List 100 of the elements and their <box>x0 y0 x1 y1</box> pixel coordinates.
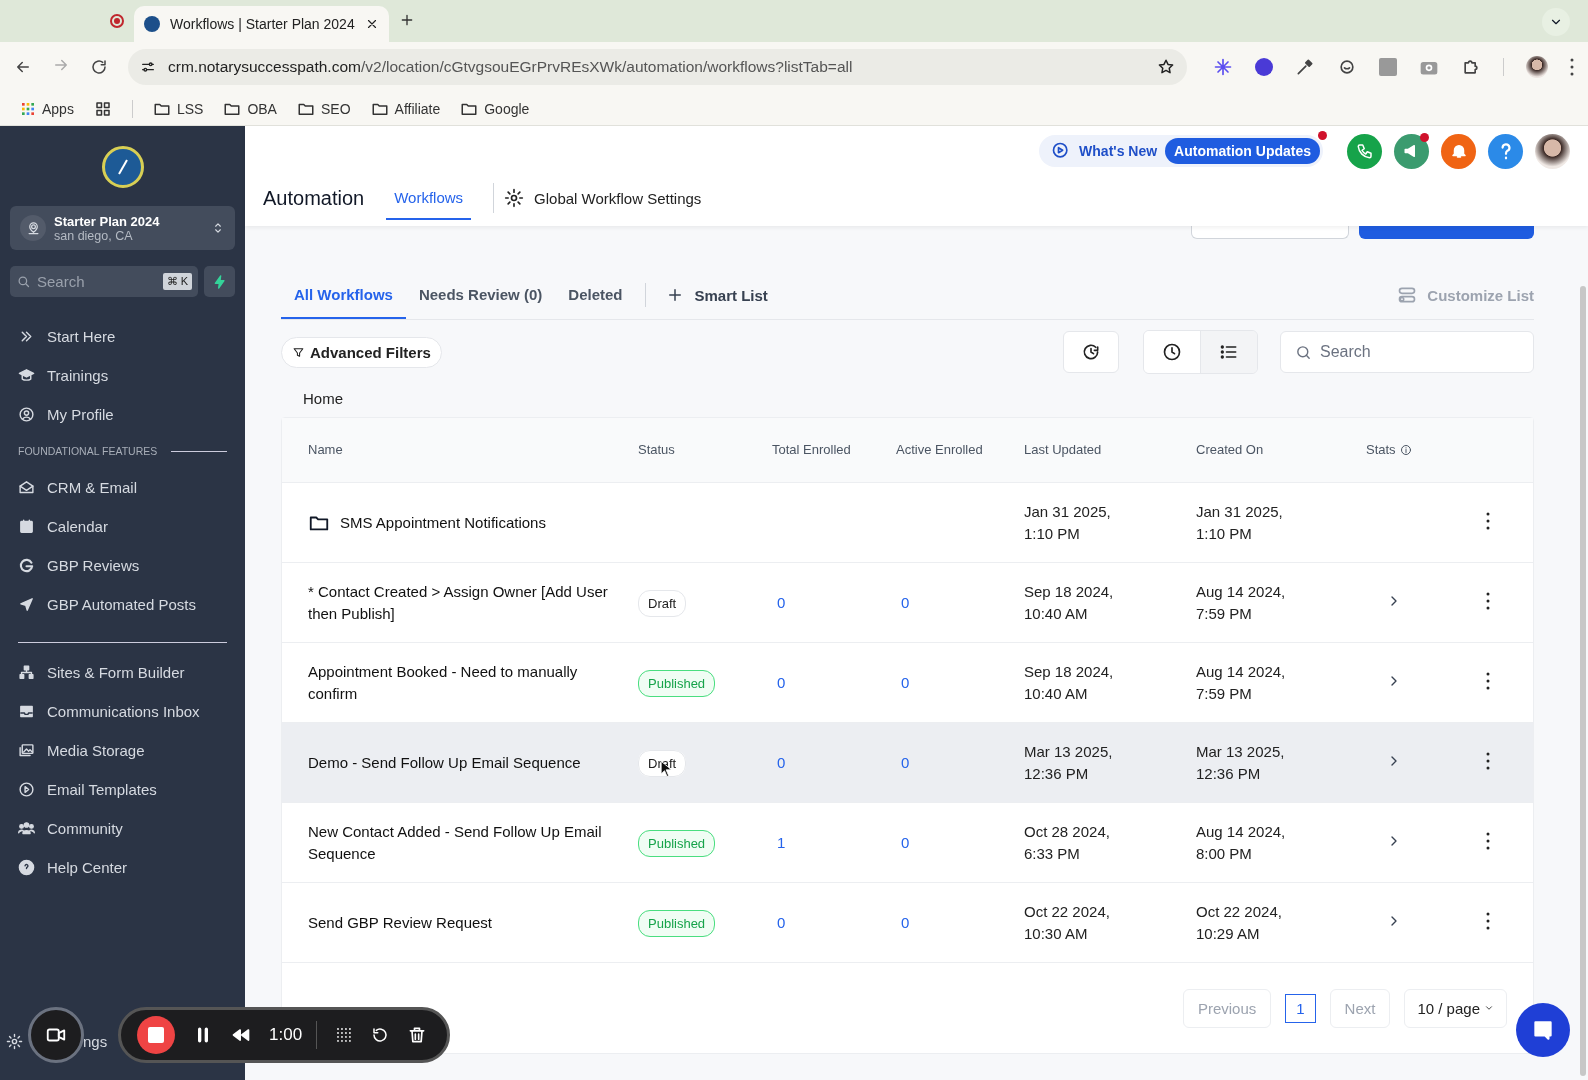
logo-icon <box>101 146 144 188</box>
calendar-icon <box>18 518 35 535</box>
camera-toggle-button[interactable] <box>28 1007 84 1063</box>
page-size-select[interactable]: 10 / page <box>1404 988 1507 1028</box>
account-name: Starter Plan 2024 <box>54 213 161 229</box>
smart-list-button[interactable]: Smart List <box>694 286 768 304</box>
bookmark-folder[interactable]: SEO <box>296 99 351 118</box>
table-cell-text: 0 <box>776 673 786 691</box>
help-button[interactable] <box>1488 133 1523 169</box>
user-circle-icon <box>18 406 35 423</box>
workflow-name[interactable]: Appointment Booked - Need to manually confirm <box>308 660 638 705</box>
table-cell-text: 0 <box>776 913 786 931</box>
send-arrow-icon <box>18 596 35 613</box>
history-button[interactable] <box>1063 331 1119 373</box>
table-cell-text: 0 <box>900 833 910 851</box>
kebab-menu-icon <box>1486 591 1490 610</box>
workflow-name[interactable]: New Contact Added - Send Follow Up Email Sequence <box>308 820 638 865</box>
apps-grid-icon <box>20 100 36 117</box>
scrollbar[interactable] <box>1580 286 1586 1076</box>
reload-icon <box>90 58 108 76</box>
sidebar-item[interactable]: Start Here <box>18 317 227 356</box>
people-icon <box>18 820 35 837</box>
user-avatar[interactable] <box>1535 133 1570 169</box>
clock-refresh-icon <box>1081 342 1101 362</box>
nav-tab[interactable]: Workflows <box>386 176 472 220</box>
bookmark-folder[interactable]: Affiliate <box>370 99 441 118</box>
star-icon <box>1157 58 1175 76</box>
extension-icon[interactable] <box>1255 58 1273 76</box>
section-label: FOUNDATIONAL FEATURES <box>18 445 158 457</box>
workflow-name[interactable]: * Contact Created > Assign Owner [Add User then Publish] <box>308 580 638 625</box>
view-toggle[interactable] <box>1200 331 1257 373</box>
table-row[interactable]: SMS Appointment Notifications Jan 31 2025, 1:10 PM Jan 31 2025, 1:10 PM <box>282 483 1533 563</box>
browser-tab[interactable]: Workflows | Starter Plan 2024 <box>134 6 389 42</box>
column-header: Status <box>638 441 675 459</box>
sidebar-item[interactable]: Trainings <box>18 356 227 395</box>
tab-groups-icon <box>93 99 112 118</box>
table-row[interactable]: New Contact Added - Send Follow Up Email Sequence Published 1 0 Oct 28 2024, 6:33 PM Aug 14 2024, 8:00 PM <box>282 803 1533 883</box>
kebab-menu-icon <box>1486 671 1490 690</box>
page-number[interactable]: 1 <box>1285 993 1316 1023</box>
workflow-name[interactable]: Demo - Send Follow Up Email Sequence <box>308 751 638 774</box>
settings-link[interactable]: Global Workflow Settings <box>534 189 702 207</box>
sidebar-item[interactable]: Email Templates <box>18 770 227 809</box>
sidebar-item[interactable]: GBP Automated Posts <box>18 585 227 624</box>
phone-button[interactable] <box>1347 133 1382 169</box>
column-header: Total Enrolled <box>772 441 851 459</box>
sidebar-item[interactable]: Media Storage <box>18 731 227 770</box>
address-bar[interactable]: crm.notarysuccesspath.com/v2/location/cGtvgsouEGrPrvREsXWk/automation/workflows?listTab=all <box>128 49 1187 85</box>
list-tab[interactable]: All Workflows <box>281 271 406 319</box>
sidebar-item[interactable]: My Profile <box>18 395 227 434</box>
table-row[interactable]: Send GBP Review Request Published 0 0 Oct 22 2024, 10:30 AM Oct 22 2024, 10:29 AM <box>282 883 1533 963</box>
view-toggle[interactable] <box>1144 331 1200 373</box>
gear-icon <box>504 188 525 208</box>
kebab-menu-icon <box>1486 831 1490 850</box>
table-cell-text: Oct 22 2024, 10:29 AM <box>1196 901 1283 944</box>
location-pin-icon <box>25 220 41 236</box>
funnel-icon <box>292 345 305 359</box>
profile-avatar[interactable] <box>1526 56 1548 78</box>
table-row[interactable]: * Contact Created > Assign Owner [Add User then Publish] Draft 0 0 Sep 18 2024, 10:40 AM Aug 14 2024, 7:59 PM <box>282 563 1533 643</box>
table-cell-text: 0 <box>900 593 910 611</box>
help-circle-icon <box>18 859 35 876</box>
sidebar-item[interactable]: Help Center <box>18 848 227 887</box>
table-cell-text: Sep 18 2024, 10:40 AM <box>1024 581 1115 624</box>
sidebar-item[interactable]: Communications Inbox <box>18 692 227 731</box>
notifications-button[interactable] <box>1441 133 1476 169</box>
bookmark[interactable]: Apps <box>20 100 74 117</box>
account-switcher[interactable]: Starter Plan 2024 san diego, CA <box>10 206 235 250</box>
quick-action-button[interactable] <box>204 266 235 297</box>
chat-button[interactable] <box>1516 1003 1570 1057</box>
sidebar-item[interactable]: ngs <box>83 1032 108 1050</box>
bookmark-folder[interactable]: OBA <box>223 99 277 118</box>
table-cell-text: Oct 28 2024, 6:33 PM <box>1024 821 1111 864</box>
list-tab[interactable]: Deleted <box>555 271 636 319</box>
table-cell-text: 0 <box>900 913 910 931</box>
g-letter-icon <box>18 557 35 574</box>
list-tab[interactable]: Needs Review (0) <box>405 271 556 319</box>
sidebar-item[interactable]: GBP Reviews <box>18 546 227 585</box>
sidebar-item[interactable]: Community <box>18 809 227 848</box>
sitemap-icon <box>18 664 35 681</box>
gear-icon <box>6 1032 23 1050</box>
bell-icon <box>1449 142 1468 160</box>
search-field[interactable]: Search ⌘ K <box>10 266 198 297</box>
folder-name[interactable]: SMS Appointment Notifications <box>340 511 556 534</box>
sidebar-item[interactable]: Calendar <box>18 507 227 546</box>
breadcrumb[interactable]: Home <box>303 390 1534 407</box>
updates-badge[interactable]: Automation Updates <box>1165 138 1320 164</box>
workflow-name[interactable]: Send GBP Review Request <box>308 911 638 934</box>
bookmark-folder[interactable]: LSS <box>152 99 204 118</box>
table-cell-text: Aug 14 2024, 7:59 PM <box>1196 661 1287 704</box>
notification-dot <box>1318 131 1327 140</box>
table-cell-text: 0 <box>900 753 910 771</box>
table-cell-text: Aug 14 2024, 7:59 PM <box>1196 581 1287 624</box>
recording-time: 1:00 <box>269 1021 318 1049</box>
search-field[interactable]: Search <box>1280 331 1534 373</box>
table-cell-text: 1 <box>776 833 786 851</box>
advanced-filters-button[interactable]: Advanced Filters <box>281 336 442 368</box>
sidebar-item[interactable]: Sites & Form Builder <box>18 653 227 692</box>
sidebar-item[interactable]: CRM & Email <box>18 468 227 507</box>
bookmark-folder[interactable]: Google <box>460 99 530 118</box>
stop-button[interactable] <box>137 1016 175 1054</box>
announcements-button[interactable] <box>1394 133 1429 169</box>
